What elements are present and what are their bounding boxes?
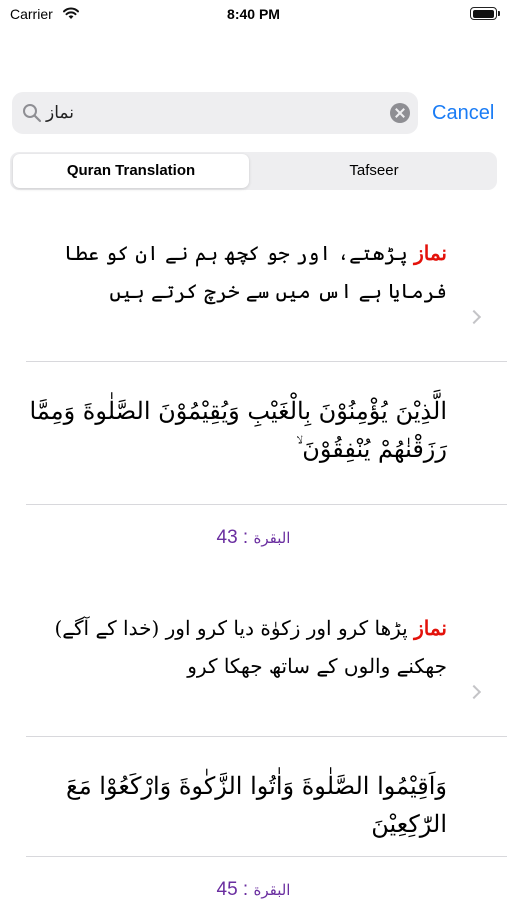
- arabic-cell: الَّذِيْنَ يُؤْمِنُوْنَ بِالْغَيْبِ وَيُ…: [0, 362, 507, 505]
- verse-number: 45: [216, 879, 238, 900]
- segmented-control: Quran Translation Tafseer: [10, 152, 497, 190]
- chevron-right-icon: [466, 684, 482, 700]
- search-keyword-highlight: نماز: [414, 241, 447, 265]
- arabic-verse-text: الَّذِيْنَ يُؤْمِنُوْنَ بِالْغَيْبِ وَيُ…: [29, 397, 447, 464]
- clock: 8:40 PM: [227, 6, 280, 22]
- tab-quran-translation[interactable]: Quran Translation: [13, 154, 249, 188]
- reference-cell: البقرة : 45: [0, 857, 507, 900]
- translation-rest: پڑھا کرو اور زکوٰة دیا کرو اور (خدا کے آ…: [54, 616, 448, 678]
- verse-number: 43: [216, 527, 238, 548]
- battery-level: [472, 9, 494, 18]
- translation-text: نماز پڑھتے، اور جو کچھ ہم نے ان کو عطا ف…: [22, 234, 447, 310]
- arabic-verse-text: وَاَقِيْمُوا الصَّلٰوةَ وَاٰتُوا الزَّكٰ…: [66, 772, 447, 839]
- result-item: نماز پڑھا کرو اور زکوٰة دیا کرو اور (خدا…: [0, 585, 507, 900]
- clear-search-icon[interactable]: [390, 103, 410, 123]
- reference-separator: :: [237, 527, 254, 548]
- arabic-cell: وَاَقِيْمُوا الصَّلٰوةَ وَاٰتُوا الزَّكٰ…: [0, 737, 507, 857]
- result-item: نماز پڑھتے، اور جو کچھ ہم نے ان کو عطا ف…: [0, 210, 507, 585]
- translation-cell[interactable]: نماز پڑھا کرو اور زکوٰة دیا کرو اور (خدا…: [0, 585, 507, 737]
- tab-tafseer[interactable]: Tafseer: [254, 154, 494, 188]
- search-keyword-highlight: نماز: [414, 616, 447, 640]
- translation-text: نماز پڑھا کرو اور زکوٰة دیا کرو اور (خدا…: [22, 609, 448, 685]
- translation-cell[interactable]: نماز پڑھتے، اور جو کچھ ہم نے ان کو عطا ف…: [0, 210, 507, 362]
- surah-name: البقرة: [253, 881, 291, 899]
- reference-separator: :: [237, 879, 254, 900]
- verse-reference: البقرة : 45: [0, 879, 507, 900]
- results-list: نماز پڑھتے، اور جو کچھ ہم نے ان کو عطا ف…: [0, 210, 507, 900]
- translation-rest: پڑھتے، اور جو کچھ ہم نے ان کو عطا فرمایا…: [63, 241, 447, 303]
- status-bar: Carrier 8:40 PM: [0, 0, 507, 30]
- search-bar[interactable]: نماز: [12, 92, 418, 134]
- chevron-right-icon: [466, 309, 482, 325]
- search-row: نماز Cancel: [12, 92, 496, 134]
- cancel-button[interactable]: Cancel: [432, 92, 494, 134]
- verse-reference: البقرة : 43: [0, 527, 507, 549]
- reference-cell: البقرة : 43: [0, 505, 507, 585]
- battery-icon: [470, 7, 500, 20]
- search-input[interactable]: نماز: [46, 92, 376, 134]
- surah-name: البقرة: [253, 529, 291, 547]
- search-icon: [22, 103, 42, 127]
